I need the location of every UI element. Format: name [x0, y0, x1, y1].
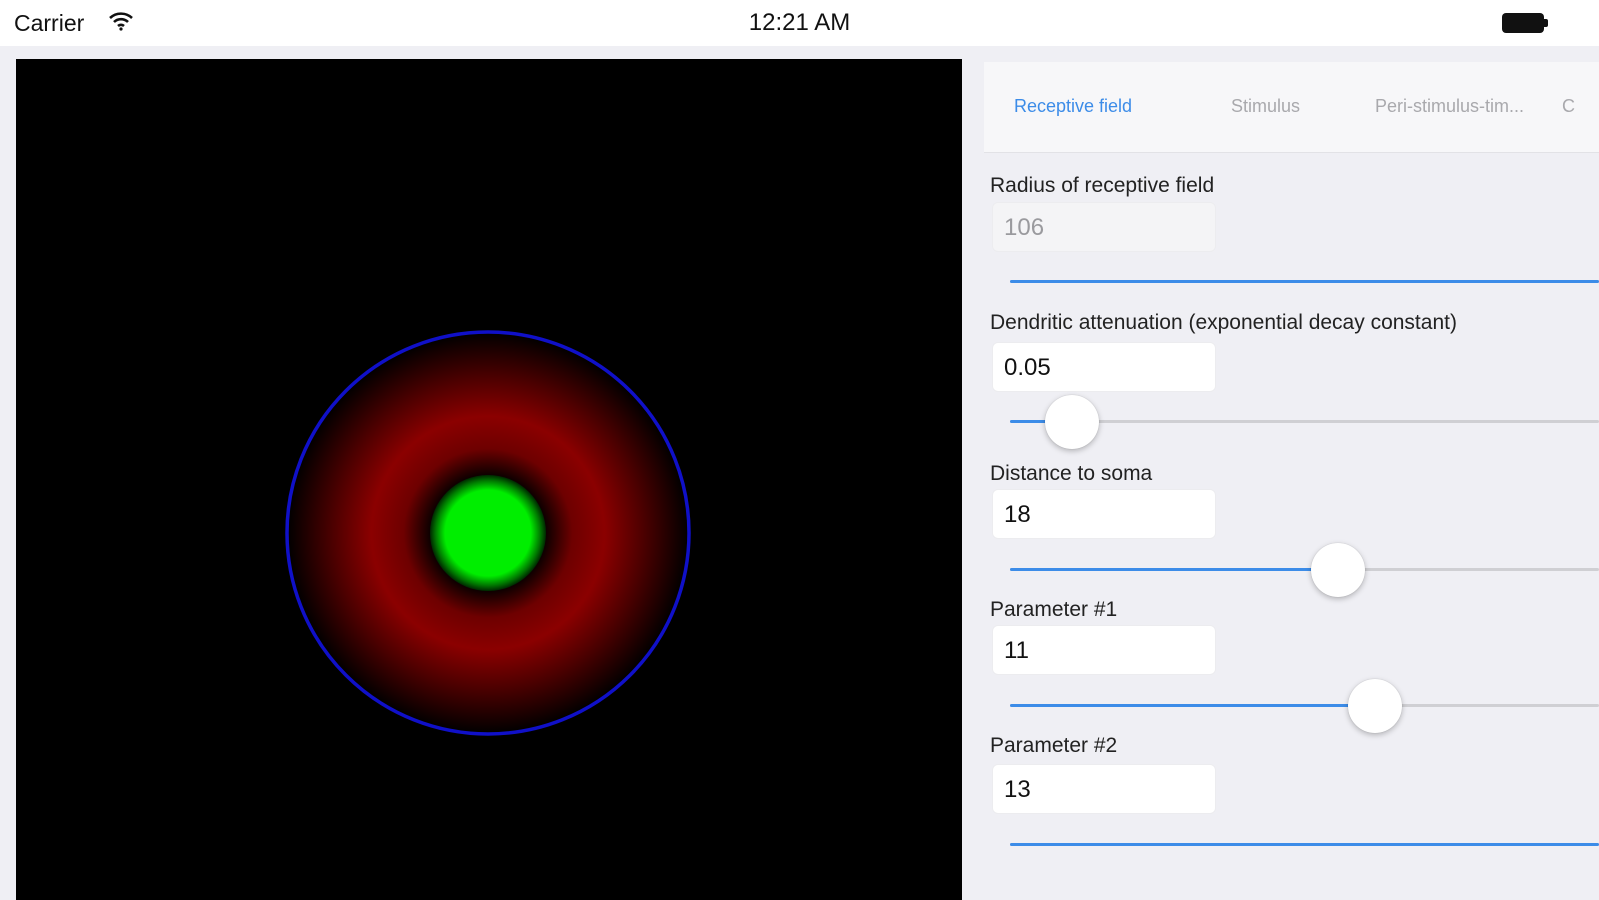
- battery-icon: [1502, 13, 1548, 33]
- tab-stimulus[interactable]: Stimulus: [1231, 96, 1300, 117]
- parameter-1-field[interactable]: 11: [992, 625, 1216, 675]
- receptive-field-graphic: [285, 330, 691, 736]
- parameter-2-field[interactable]: 13: [992, 764, 1216, 814]
- slider-fill: [1010, 280, 1599, 283]
- parameter-2-label: Parameter #2: [990, 734, 1118, 757]
- tab-more[interactable]: C: [1562, 96, 1592, 117]
- parameter-2-slider[interactable]: [1010, 825, 1599, 865]
- clock: 12:21 AM: [0, 9, 1599, 37]
- distance-to-soma-field[interactable]: 18: [992, 489, 1216, 539]
- tab-receptive-field[interactable]: Receptive field: [1014, 96, 1132, 117]
- settings-panel: Receptive field Stimulus Peri-stimulus-t…: [962, 46, 1599, 900]
- radius-field[interactable]: 106: [992, 202, 1216, 252]
- receptive-field-canvas[interactable]: [16, 59, 962, 900]
- parameter-1-slider[interactable]: [1010, 679, 1599, 733]
- dendritic-attenuation-slider[interactable]: [1010, 395, 1599, 449]
- receptive-field-center: [430, 475, 546, 591]
- dendritic-attenuation-field[interactable]: 0.05: [992, 342, 1216, 392]
- slider-thumb[interactable]: [1348, 679, 1402, 733]
- status-bar: Carrier 12:21 AM: [0, 0, 1599, 46]
- dendritic-attenuation-label: Dendritic attenuation (exponential decay…: [990, 311, 1457, 334]
- slider-fill: [1010, 704, 1375, 707]
- distance-to-soma-label: Distance to soma: [990, 462, 1153, 485]
- time-label: 12:21 AM: [748, 9, 851, 36]
- parameter-1-label: Parameter #1: [990, 598, 1118, 621]
- slider-thumb[interactable]: [1311, 543, 1365, 597]
- radius-label: Radius of receptive field: [990, 174, 1215, 197]
- slider-fill: [1010, 568, 1338, 571]
- slider-fill: [1010, 843, 1599, 846]
- slider-thumb[interactable]: [1045, 395, 1099, 449]
- radius-slider[interactable]: [1010, 262, 1599, 302]
- tab-peri-stimulus-time[interactable]: Peri-stimulus-tim...: [1375, 96, 1545, 117]
- distance-to-soma-slider[interactable]: [1010, 543, 1599, 597]
- tab-bar: Receptive field Stimulus Peri-stimulus-t…: [984, 62, 1599, 153]
